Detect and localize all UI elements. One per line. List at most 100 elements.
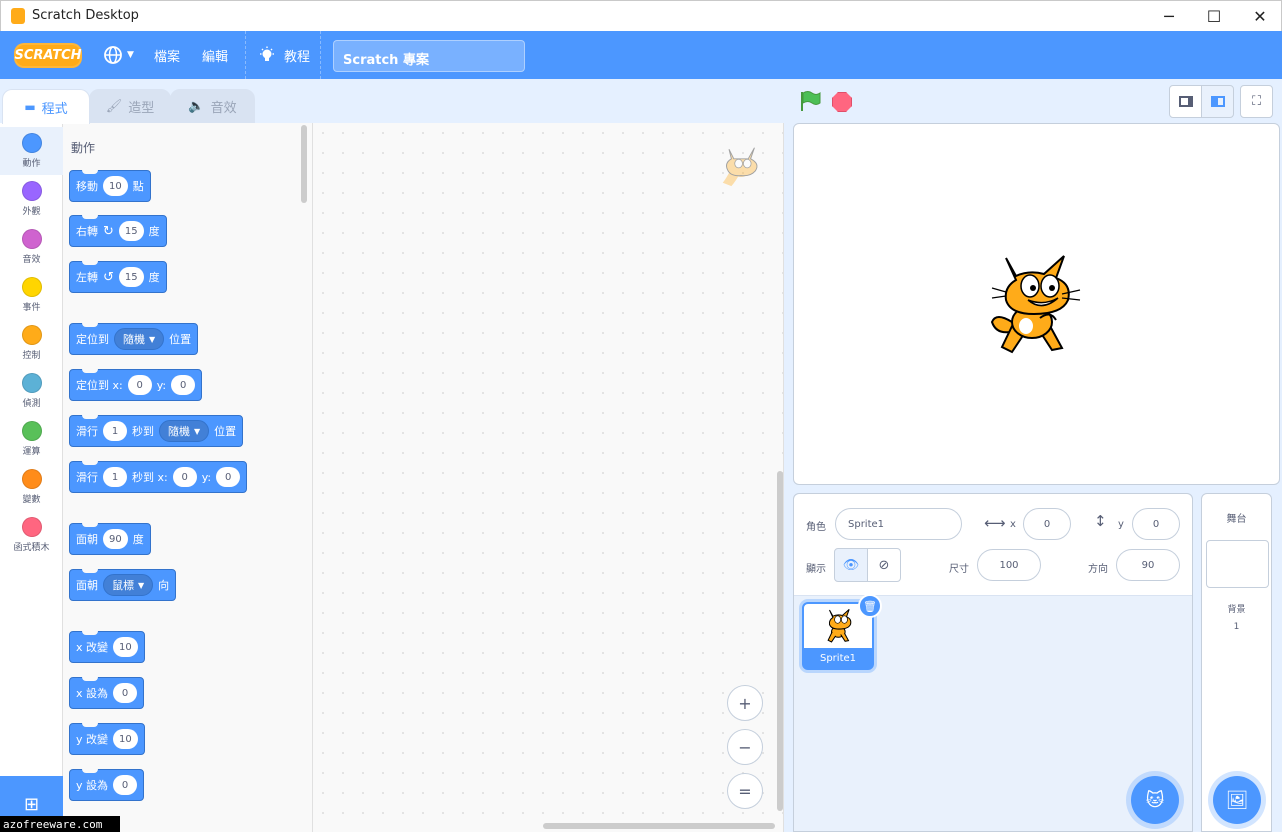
block-input[interactable]: 1 [103, 467, 127, 487]
x-position-input[interactable]: 0 [1023, 508, 1071, 540]
block-goto[interactable]: 定位到 隨機 ▼ 位置 [69, 323, 199, 355]
small-stage-button[interactable] [1169, 85, 1202, 118]
zoom-reset-button[interactable]: = [727, 773, 763, 809]
tab-code[interactable]: ▬ 程式 [2, 89, 90, 124]
block-dropdown[interactable]: 鼠標 ▼ [103, 574, 154, 596]
size-label: 尺寸 [949, 564, 969, 575]
category-sensing[interactable]: 偵測 [0, 367, 63, 415]
block-input[interactable]: 0 [171, 375, 196, 395]
category-motion[interactable]: 動作 [0, 127, 63, 175]
block-goto-xy[interactable]: 定位到 x: 0 y: 0 [69, 369, 203, 401]
block-turn-right[interactable]: 右轉 ↻ 15 度 [69, 215, 167, 247]
block-dropdown[interactable]: 隨機 ▼ [159, 420, 210, 442]
backdrops-count: 1 [1233, 622, 1240, 632]
block-input[interactable]: 10 [103, 176, 128, 196]
category-variables[interactable]: 變數 [0, 463, 63, 511]
block-input[interactable]: 10 [113, 729, 138, 749]
block-input[interactable]: 0 [113, 775, 138, 795]
workspace-horizontal-scrollbar[interactable] [543, 823, 775, 829]
looks-color-dot [21, 181, 42, 201]
stage-canvas[interactable] [793, 123, 1280, 485]
workspace-vertical-scrollbar[interactable] [777, 471, 783, 811]
block-input[interactable]: 15 [118, 221, 144, 241]
block-input[interactable]: 0 [216, 467, 241, 487]
language-menu[interactable]: ▼ [103, 31, 134, 79]
minimize-button[interactable]: ─ [1146, 1, 1192, 32]
green-flag-icon[interactable] [798, 89, 822, 113]
edit-menu[interactable]: 編輯 [202, 31, 228, 79]
caret-down-icon: ▼ [138, 580, 145, 590]
y-position-input[interactable]: 0 [1132, 508, 1180, 540]
watermark: azofreeware.com [0, 816, 120, 832]
zoom-in-button[interactable]: + [727, 685, 763, 721]
block-input[interactable]: 0 [113, 683, 138, 703]
block-text: 面朝 [76, 533, 98, 546]
block-glide-xy[interactable]: 滑行 1 秒到 x: 0 y: 0 [69, 461, 248, 493]
block-input[interactable]: 0 [127, 375, 152, 395]
block-point-direction[interactable]: 面朝 90 度 [69, 523, 151, 555]
brush-icon: 🖌 [105, 99, 123, 114]
tutorials-menu[interactable]: 教程 [258, 31, 310, 79]
delete-sprite-button[interactable]: 🗑 [858, 594, 882, 618]
normal-stage-button[interactable] [1201, 85, 1234, 118]
block-move-steps[interactable]: 移動 10 點 [69, 170, 151, 202]
file-menu[interactable]: 檔案 [154, 31, 180, 79]
size-input[interactable]: 100 [977, 549, 1041, 581]
block-text: 秒到 [132, 425, 154, 438]
tab-costumes[interactable]: 🖌 造型 [89, 89, 171, 124]
block-text: 面朝 [76, 579, 98, 592]
category-my-blocks[interactable]: 函式積木 [0, 511, 63, 559]
trash-icon: 🗑 [863, 599, 877, 613]
dropdown-value: 鼠標 [112, 579, 134, 592]
sprite-tile[interactable]: Sprite1 🗑 [802, 594, 882, 670]
block-input[interactable]: 1 [103, 421, 127, 441]
stop-sign-icon[interactable] [832, 92, 852, 112]
fullscreen-button[interactable]: ⛶ [1240, 85, 1273, 118]
show-sprite-button[interactable]: 👁 [834, 548, 868, 582]
sprite-thumbnail [827, 608, 852, 643]
block-input[interactable]: 90 [103, 529, 128, 549]
block-change-x[interactable]: x 改變 10 [69, 631, 145, 663]
block-change-y[interactable]: y 改變 10 [69, 723, 145, 755]
close-button[interactable]: ✕ [1237, 1, 1282, 32]
block-text: y 設為 [76, 779, 109, 792]
stage-selector-title: 舞台 [1226, 514, 1247, 525]
category-label: 運算 [22, 447, 41, 457]
category-control[interactable]: 控制 [0, 319, 63, 367]
block-palette: 動作 移動 10 點 右轉 ↻ 15 度 左轉 ↺ 15 度 定位到 隨機 ▼ 位… [63, 123, 313, 832]
category-looks[interactable]: 外觀 [0, 175, 63, 223]
block-text: y: [201, 470, 212, 484]
palette-scrollbar[interactable] [301, 125, 307, 203]
block-glide[interactable]: 滑行 1 秒到 隨機 ▼ 位置 [69, 415, 244, 447]
block-set-y[interactable]: y 設為 0 [69, 769, 145, 801]
category-label: 事件 [22, 303, 41, 313]
scratch-cat-sprite[interactable] [984, 252, 1084, 358]
sprite-name-input[interactable]: Sprite1 [835, 508, 962, 540]
category-sound[interactable]: 音效 [0, 223, 63, 271]
scratch-logo[interactable]: SCRATCH [14, 43, 82, 68]
add-backdrop-button[interactable]: 🖼 [1213, 776, 1261, 824]
block-input[interactable]: 10 [113, 637, 138, 657]
project-title-input[interactable]: Scratch 專案 [333, 40, 525, 72]
block-input[interactable]: 15 [118, 267, 144, 287]
vertical-arrows-icon: ↕ [1094, 512, 1107, 530]
block-set-x[interactable]: x 設為 0 [69, 677, 145, 709]
block-input[interactable]: 0 [172, 467, 197, 487]
show-label: 顯示 [806, 564, 826, 575]
palette-heading: 動作 [71, 141, 96, 155]
block-turn-left[interactable]: 左轉 ↺ 15 度 [69, 261, 167, 293]
script-workspace[interactable]: + − = [313, 123, 784, 832]
hide-sprite-button[interactable]: ⊘ [867, 548, 901, 582]
zoom-out-button[interactable]: − [727, 729, 763, 765]
category-label: 函式積木 [13, 543, 50, 553]
direction-input[interactable]: 90 [1116, 549, 1180, 581]
block-dropdown[interactable]: 隨機 ▼ [114, 328, 165, 350]
block-point-towards[interactable]: 面朝 鼠標 ▼ 向 [69, 569, 177, 601]
category-events[interactable]: 事件 [0, 271, 63, 319]
add-sprite-button[interactable]: 🐱 [1131, 776, 1179, 824]
stage-selector[interactable]: 舞台 背景 1 🖼 [1201, 493, 1272, 832]
tab-sounds[interactable]: 🔈 音效 [170, 89, 255, 124]
block-text: 度 [148, 271, 160, 284]
category-operators[interactable]: 運算 [0, 415, 63, 463]
maximize-button[interactable]: ☐ [1191, 1, 1237, 32]
